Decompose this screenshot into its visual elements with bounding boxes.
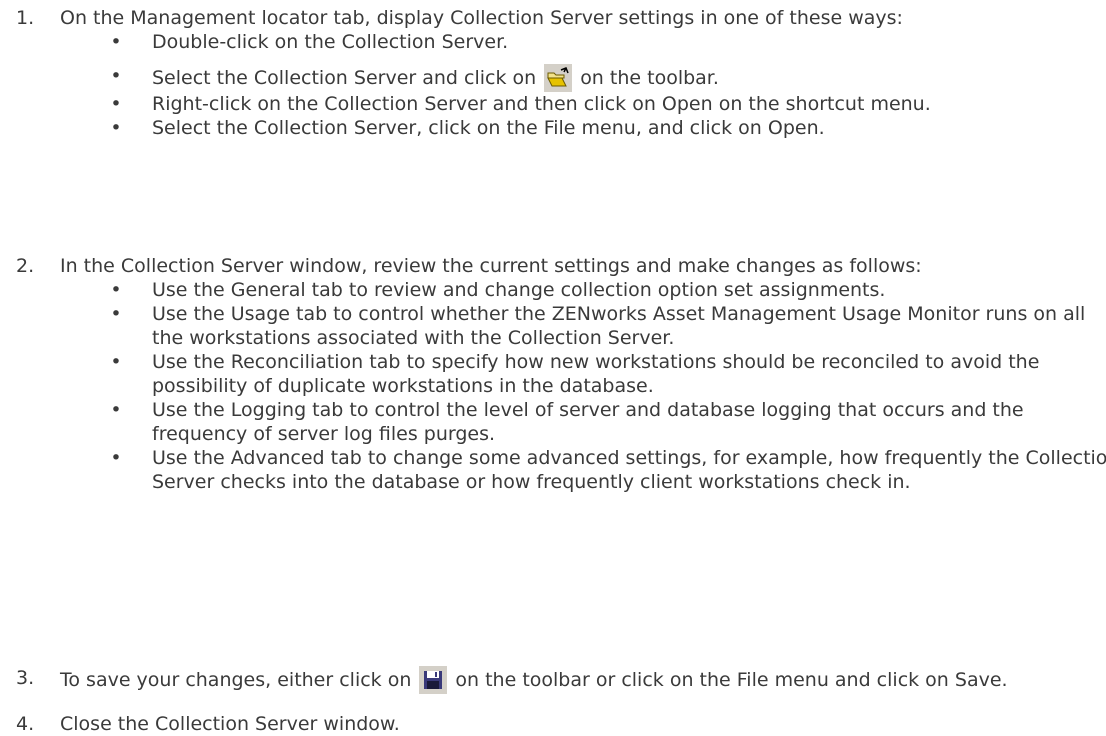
save-disk-icon <box>419 666 448 694</box>
list-item: • Right-click on the Collection Server a… <box>94 92 1106 116</box>
step-number: 1. <box>16 7 35 29</box>
step-text: To save your changes, either click on on… <box>60 666 1070 694</box>
list-item-text: Use the Usage tab to control whether the… <box>152 303 1086 349</box>
open-folder-icon <box>544 64 573 92</box>
list-item-text: Use the General tab to review and change… <box>152 279 886 301</box>
list-item-text: on the toolbar. <box>580 67 719 89</box>
step-text: Close the Collection Server window. <box>60 713 400 735</box>
bullet-glyph: • <box>110 447 122 469</box>
bullet-glyph: • <box>110 93 122 115</box>
list-item: • Select the Collection Server, click on… <box>94 116 1106 140</box>
step-number: 2. <box>16 255 35 277</box>
bullet-list: • Use the General tab to review and chan… <box>60 278 1106 494</box>
bullet-glyph: • <box>110 279 122 301</box>
bullet-glyph: • <box>110 399 122 421</box>
list-item: • Use the Logging tab to control the lev… <box>94 398 1106 446</box>
bullet-glyph: • <box>110 31 122 53</box>
step-2: 2. In the Collection Server window, revi… <box>16 254 1106 494</box>
list-item-text: Use the Logging tab to control the level… <box>152 399 1024 445</box>
step-number: 4. <box>16 713 35 735</box>
bullet-list: • Double-click on the Collection Server.… <box>60 30 1106 140</box>
step-text-before: To save your changes, either click on <box>60 669 412 691</box>
step-4: 4. Close the Collection Server window. <box>16 712 1106 736</box>
step-3: 3. To save your changes, either click on… <box>16 666 1106 694</box>
list-item: • Select the Collection Server and click… <box>94 64 1106 92</box>
bullet-glyph: • <box>110 303 122 325</box>
list-item: • Double-click on the Collection Server. <box>94 30 1106 54</box>
document-page: 1. On the Management locator tab, displa… <box>0 0 1106 735</box>
bullet-glyph: • <box>110 117 122 139</box>
step-text: In the Collection Server window, review … <box>60 255 922 277</box>
bullet-glyph: • <box>110 65 122 87</box>
list-item-text: Use the Advanced tab to change some adva… <box>152 447 1106 493</box>
step-number: 3. <box>16 667 35 689</box>
list-item-text: Right-click on the Collection Server and… <box>152 93 931 115</box>
step-text-after: on the toolbar or click on the File menu… <box>455 669 1008 691</box>
list-item: • Use the Reconciliation tab to specify … <box>94 350 1106 398</box>
list-item-text: Use the Reconciliation tab to specify ho… <box>152 351 1040 397</box>
list-item: • Use the Usage tab to control whether t… <box>94 302 1106 350</box>
list-item-text: Double-click on the Collection Server. <box>152 31 509 53</box>
list-item-text: Select the Collection Server and click o… <box>152 67 537 89</box>
list-item: • Use the Advanced tab to change some ad… <box>94 446 1106 494</box>
step-1: 1. On the Management locator tab, displa… <box>16 6 1106 140</box>
list-item-text: Select the Collection Server, click on t… <box>152 117 825 139</box>
step-text: On the Management locator tab, display C… <box>60 7 903 29</box>
list-item: • Use the General tab to review and chan… <box>94 278 1106 302</box>
bullet-glyph: • <box>110 351 122 373</box>
